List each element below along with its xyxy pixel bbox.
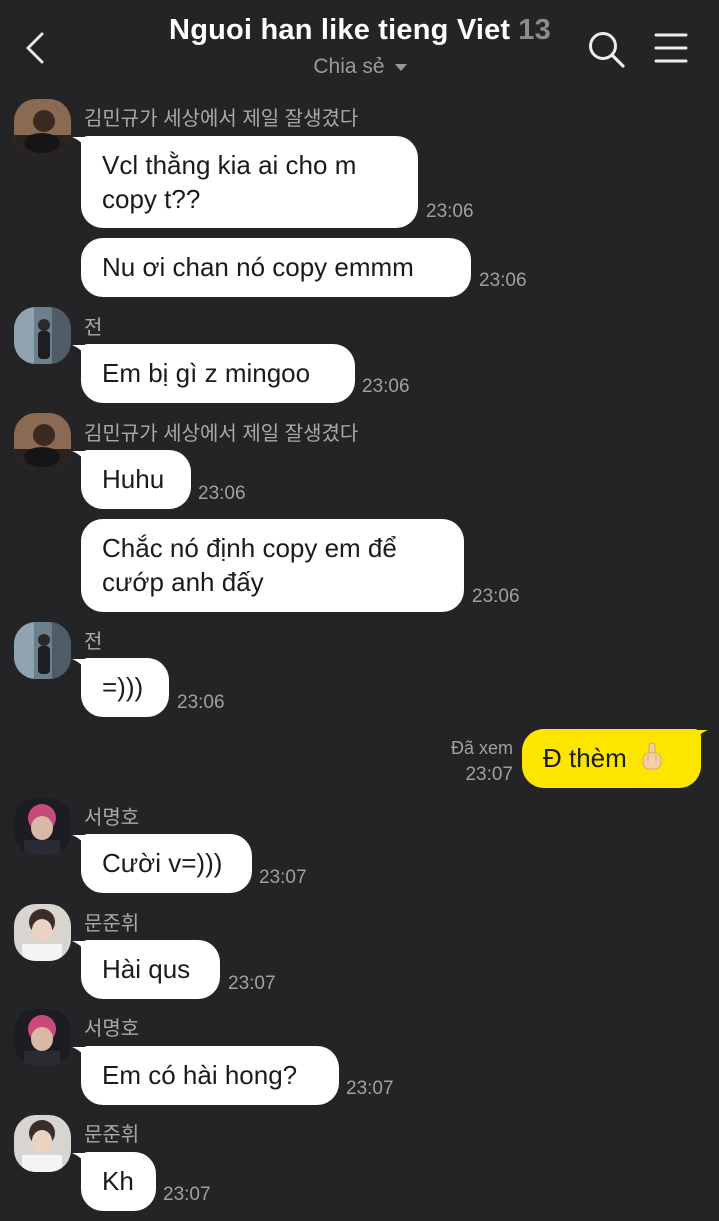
message-bubble[interactable]: =))) [81,658,169,717]
sender-name: 서명호 [84,1018,140,1040]
chevron-left-icon [26,32,44,64]
message-time: 23:06 [177,692,225,713]
back-button[interactable] [18,26,54,70]
message-bubble[interactable]: Cười v=))) [81,834,252,893]
sender-name: 김민규가 세상에서 제일 잘생겼다 [84,423,359,445]
search-icon [589,32,625,68]
message-bubble[interactable]: Em bị gì z mingoo [81,344,355,403]
share-dropdown[interactable]: Chia sẻ [313,55,407,79]
sender-name: 김민규가 세상에서 제일 잘생겼다 [84,108,359,130]
message-text: Đ thèm [543,743,627,773]
message-time: 23:06 [479,270,527,291]
message-time: 23:06 [198,483,246,504]
read-status: Đã xem [450,738,513,758]
message-text: Nu ơi chan nó copy emmm [102,252,414,282]
avatar-photo [14,798,71,855]
avatar[interactable] [14,1009,71,1066]
message-bubble[interactable]: Kh [81,1152,156,1211]
avatar[interactable] [14,1115,71,1172]
avatar[interactable] [14,904,71,961]
avatar[interactable] [14,798,71,855]
menu-button[interactable] [652,30,690,66]
message-text: Kh [102,1166,134,1196]
message-text: =))) [102,672,144,702]
message-bubble[interactable]: Hài qus [81,940,220,999]
message-time: 23:07 [228,973,276,994]
avatar-photo [14,904,71,961]
avatar[interactable] [14,99,71,156]
bubble-tail [692,730,708,744]
chat-header: Nguoi han like tieng Viet 13 Chia sẻ [0,0,719,96]
message-text: Hài qus [102,954,191,984]
avatar-photo [14,307,71,364]
chat-title-area[interactable]: Nguoi han like tieng Viet 13 Chia sẻ [110,14,610,79]
sender-name: 전 [84,317,103,339]
avatar[interactable] [14,307,71,364]
message-time: 23:07 [465,764,513,785]
message-bubble[interactable]: Chắc nó định copy em để cướp anh đấy [81,519,464,612]
message-time: 23:07 [259,867,307,888]
chat-screen: Nguoi han like tieng Viet 13 Chia sẻ 김민규… [0,0,719,1221]
chat-title-text: Nguoi han like tieng Viet [169,14,511,46]
message-text: Em có hài hong? [102,1060,298,1090]
message-time: 23:07 [163,1184,211,1205]
share-label: Chia sẻ [313,55,385,78]
message-text-line2: cướp anh đấy [102,567,264,597]
chat-title: Nguoi han like tieng Viet 13 [110,14,610,47]
message-bubble[interactable]: Huhu [81,450,191,509]
avatar-photo [14,1009,71,1066]
message-text-line2: copy t?? [102,184,201,214]
sender-name: 문준휘 [84,1124,140,1146]
message-time: 23:06 [472,586,520,607]
sender-name: 문준휘 [84,913,140,935]
message-text: Cười v=))) [102,848,223,878]
message-bubble[interactable]: Em có hài hong? [81,1046,339,1105]
middle-finger-emoji [642,742,662,770]
avatar[interactable] [14,622,71,679]
avatar-photo [14,99,71,156]
message-time: 23:06 [362,376,410,397]
sender-name: 서명호 [84,807,140,829]
sender-name: 전 [84,631,103,653]
my-message-bubble[interactable]: Đ thèm [522,729,701,788]
message-time: 23:07 [346,1078,394,1099]
search-button[interactable] [587,30,627,70]
message-bubble[interactable]: Nu ơi chan nó copy emmm [81,238,471,297]
member-count: 13 [518,14,551,46]
avatar-photo [14,1115,71,1172]
avatar-photo [14,413,71,470]
avatar[interactable] [14,413,71,470]
avatar-photo [14,622,71,679]
caret-down-icon [394,63,407,71]
message-text: Chắc nó định copy em để [102,533,397,563]
message-text: Vcl thằng kia ai cho m [102,150,357,180]
menu-icon [654,33,688,63]
message-bubble[interactable]: Vcl thằng kia ai cho m copy t?? [81,136,418,228]
message-text: Em bị gì z mingoo [102,358,311,388]
message-time: 23:06 [426,201,474,222]
message-text: Huhu [102,464,165,494]
